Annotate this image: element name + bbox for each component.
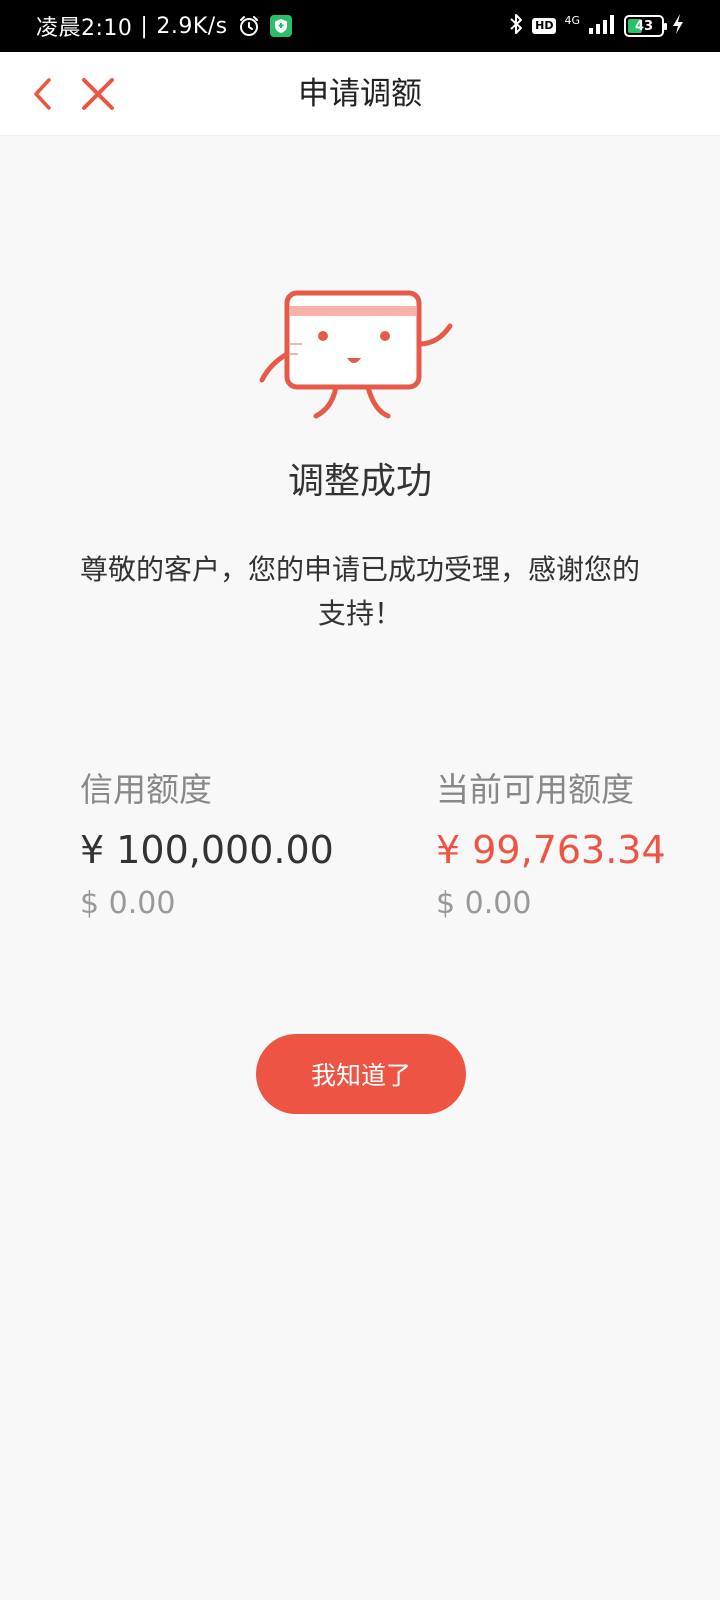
available-limit-block: 当前可用额度 ¥ 99,763.34 $ 0.00: [436, 768, 686, 926]
card-mascot-icon: [259, 290, 453, 419]
hd-badge: HD: [532, 18, 557, 34]
credit-limit-usd: $ 0.00: [80, 886, 176, 921]
result-title: 调整成功: [287, 461, 432, 502]
available-limit-usd: $ 0.00: [436, 886, 532, 921]
acknowledge-button[interactable]: 我知道了: [256, 1034, 466, 1114]
shield-icon: [269, 15, 292, 37]
signal-icon: [588, 14, 616, 38]
available-limit-label: 当前可用额度: [436, 770, 634, 809]
status-left: 凌晨2:10 | 2.9K/s: [36, 0, 292, 52]
status-time: 凌晨2:10: [36, 16, 133, 41]
credit-limit-label: 信用额度: [80, 770, 212, 809]
back-icon: [34, 78, 51, 110]
network-label: 4G: [564, 13, 580, 27]
alarm-icon: [238, 15, 260, 37]
close-icon: [82, 78, 114, 110]
credit-limit-block: 信用额度 ¥ 100,000.00 $ 0.00: [80, 768, 380, 926]
battery-level: 43: [634, 18, 654, 34]
result-message: 尊敬的客户，您的申请已成功受理，感谢您的支持！: [80, 553, 641, 630]
status-bar: 凌晨2:10 | 2.9K/s HD 4G 43: [0, 0, 720, 52]
status-right: HD 4G 43: [508, 0, 684, 52]
network-speed: 2.9K/s: [156, 13, 228, 39]
back-button[interactable]: [20, 72, 64, 116]
available-limit-rmb: ¥ 99,763.34: [436, 828, 666, 872]
nav-bar: 申请调额: [0, 52, 720, 136]
credit-limit-rmb: ¥ 100,000.00: [80, 828, 334, 872]
bluetooth-icon: [508, 12, 524, 40]
charging-icon: [672, 13, 684, 39]
close-button[interactable]: [74, 70, 122, 118]
battery-icon: 43: [624, 15, 667, 37]
status-separator: |: [140, 13, 149, 39]
